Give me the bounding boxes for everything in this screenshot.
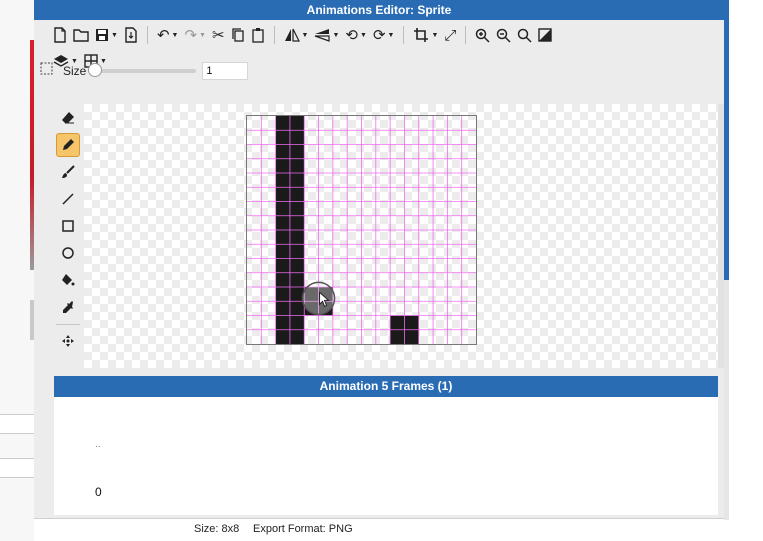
selection-marquee-icon[interactable] xyxy=(40,62,53,80)
window-title: Animations Editor: Sprite xyxy=(34,0,724,20)
status-size: Size: 8x8 xyxy=(194,523,240,535)
frame-index-label[interactable]: 0 xyxy=(95,485,102,499)
toolbar-separator xyxy=(146,26,148,44)
zoom-out-icon[interactable] xyxy=(493,23,514,47)
frame-placeholder: .. xyxy=(95,439,101,450)
export-icon[interactable] xyxy=(121,23,141,47)
status-bar: Size: 8x8 Export Format: PNG xyxy=(34,518,724,541)
rotate-right-caret[interactable]: ▼ xyxy=(388,32,395,39)
zoom-fit-icon[interactable] xyxy=(514,23,535,47)
flip-vertical-caret[interactable]: ▼ xyxy=(332,32,339,39)
toolbar-row-1: ▼ ↶ ▼ ↷ ▼ ✂ ▼ ▼ ⟲ ▼ ⟳ ▼ ▼ ⤢ xyxy=(50,22,555,48)
toolbar-separator xyxy=(403,26,405,44)
save-dropdown-caret[interactable]: ▼ xyxy=(111,32,118,39)
canvas-scrollbar[interactable] xyxy=(718,104,724,368)
animation-frames-panel[interactable]: .. 0 xyxy=(54,397,718,515)
crop-caret[interactable]: ▼ xyxy=(431,32,438,39)
background-blue-panel xyxy=(724,0,729,280)
move-tool-icon[interactable] xyxy=(56,329,80,353)
copy-icon[interactable] xyxy=(228,23,248,47)
open-folder-icon[interactable] xyxy=(70,23,92,47)
paste-icon[interactable] xyxy=(248,23,268,47)
status-export-format: Export Format: PNG xyxy=(253,523,353,535)
drawing-tools xyxy=(50,104,84,374)
size-slider-thumb[interactable] xyxy=(88,63,103,77)
background-app-right xyxy=(724,0,763,541)
flip-horizontal-caret[interactable]: ▼ xyxy=(302,32,309,39)
brush-icon[interactable] xyxy=(56,160,80,184)
toolbar-separator xyxy=(465,26,467,44)
rotate-left-icon[interactable]: ⟲ ▼ xyxy=(342,23,370,47)
flip-vertical-icon[interactable]: ▼ xyxy=(311,23,342,47)
sprite-pixel-grid[interactable] xyxy=(246,115,477,345)
eyedropper-icon[interactable] xyxy=(56,295,80,319)
rotate-right-icon[interactable]: ⟳ ▼ xyxy=(370,23,398,47)
save-icon[interactable]: ▼ xyxy=(92,23,121,47)
new-file-icon[interactable] xyxy=(50,23,70,47)
background-toggle-icon[interactable] xyxy=(535,23,555,47)
redo-dropdown-caret[interactable]: ▼ xyxy=(199,32,206,39)
line-icon[interactable] xyxy=(56,187,80,211)
rectangle-icon[interactable] xyxy=(56,214,80,238)
flip-horizontal-icon[interactable]: ▼ xyxy=(281,23,312,47)
tools-separator xyxy=(56,324,80,325)
undo-dropdown-caret[interactable]: ▼ xyxy=(172,32,179,39)
redo-icon[interactable]: ↷ ▼ xyxy=(181,23,209,47)
background-gray-panel xyxy=(724,280,729,520)
background-cell xyxy=(0,458,34,478)
sprite-grid-svg[interactable] xyxy=(247,116,476,344)
paint-bucket-icon[interactable] xyxy=(56,268,80,292)
crop-icon[interactable]: ▼ xyxy=(410,23,441,47)
pencil-icon[interactable] xyxy=(56,133,80,157)
resize-icon[interactable]: ⤢ xyxy=(441,23,459,47)
rotate-left-caret[interactable]: ▼ xyxy=(360,32,367,39)
zoom-in-icon[interactable] xyxy=(472,23,493,47)
size-slider[interactable] xyxy=(88,63,197,77)
toolbar-separator xyxy=(273,26,275,44)
circle-icon[interactable] xyxy=(56,241,80,265)
eraser-icon[interactable] xyxy=(56,106,80,130)
brush-cursor-ring xyxy=(301,281,336,316)
brush-size-row: Size 1 xyxy=(40,60,249,82)
cut-icon[interactable]: ✂ xyxy=(209,23,228,47)
background-app-left xyxy=(0,0,34,541)
animation-panel-title: Animation 5 Frames (1) xyxy=(54,376,718,397)
size-input[interactable]: 1 xyxy=(202,62,249,80)
size-label: Size xyxy=(63,64,87,78)
screen: Animations Editor: Sprite ▼ ↶ ▼ ↷ ▼ ✂ ▼ … xyxy=(0,0,763,541)
undo-icon[interactable]: ↶ ▼ xyxy=(154,23,182,47)
background-cell xyxy=(0,414,34,434)
